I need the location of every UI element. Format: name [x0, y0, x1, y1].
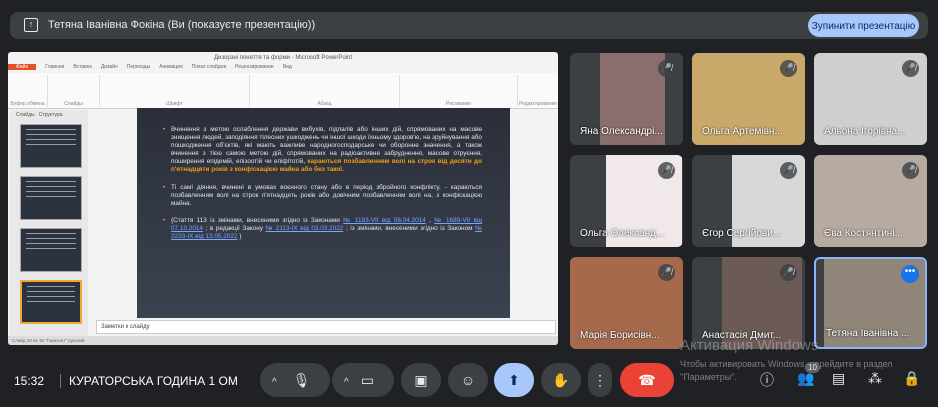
mic-off-icon: 🎤̸ [902, 162, 919, 179]
group-font: Шрифт [100, 75, 250, 107]
leave-call-button[interactable]: ☎ [620, 363, 674, 397]
raise-hand-button[interactable]: ✋ [541, 363, 581, 397]
participant-name: Ольга Олександ... [580, 228, 665, 239]
tab-home[interactable]: Главная [45, 64, 64, 70]
slide-canvas: Вчинення з метою ослаблення держави вибу… [137, 108, 510, 318]
group-clipboard: Буфер обмена [8, 75, 48, 107]
activities-button[interactable]: ⁂ [868, 370, 882, 387]
chat-button[interactable]: ▤ [832, 370, 845, 387]
people-button[interactable]: 👥 10 [797, 362, 820, 387]
slide-thumbnail[interactable] [20, 124, 82, 168]
participant-tile[interactable]: 🎤̸ Ольга Артемівн... [692, 53, 805, 145]
tab-animation[interactable]: Анимация [159, 64, 182, 70]
group-slides: Слайды [48, 75, 100, 107]
reactions-button[interactable]: ☺ [448, 363, 488, 397]
law-link[interactable]: № 1183-VII від 08.04.2014 [343, 217, 426, 224]
mic-off-icon: 🎤̸ [780, 60, 797, 77]
tab-file[interactable]: Файл [8, 64, 37, 70]
participant-tile[interactable]: ••• Тетяна Іванівна ... [814, 257, 927, 349]
tab-insert[interactable]: Вставка [73, 64, 92, 70]
more-options-icon[interactable]: ••• [901, 265, 919, 283]
participant-name: Ольга Артемівн... [702, 126, 783, 137]
participant-tile[interactable]: 🎤̸ Марія Борисівн... [570, 257, 683, 349]
microphone-icon: 🎙 [292, 372, 311, 388]
camera-options-button[interactable]: ^ ▭ [332, 363, 394, 397]
hang-up-icon: ☎ [638, 372, 656, 388]
presenting-banner: ↑ Тетяна Іванівна Фокіна (Ви (показуєте … [10, 12, 928, 39]
hand-icon: ✋ [552, 372, 570, 388]
slide-bullet: Вчинення з метою ослаблення держави вибу… [163, 126, 482, 175]
window-title: Дизорзні поняття та форми - Microsoft Po… [213, 55, 353, 61]
tab-review[interactable]: Рецензирование [235, 64, 274, 70]
participant-tile[interactable]: 🎤̸ Єва Костянтині... [814, 155, 927, 247]
captions-button[interactable]: ▣ [401, 363, 441, 397]
participant-name: Марія Борисівн... [580, 330, 660, 341]
windows-activation-title: Активация Windows [680, 337, 819, 354]
mic-off-icon: 🎤̸ [658, 60, 675, 77]
participant-tile[interactable]: 🎤̸ Анастасія Дмит... [692, 257, 805, 349]
mic-off-icon: 🎤̸ [902, 60, 919, 77]
chat-icon: ▤ [832, 370, 846, 386]
control-bar: 15:32 КУРАТОРСЬКА ГОДИНА 1 ОМ ^ 🎙 ^ ▭ ▣ ☺ … [0, 359, 938, 400]
meeting-info-button[interactable]: ⓘ [760, 370, 774, 390]
status-bar: Слайд 10 из 15 "Горизонт" русский [8, 336, 558, 345]
slide-thumbnail[interactable] [20, 176, 82, 220]
chevron-up-icon: ^ [344, 377, 349, 388]
participant-name: Єгор Сергійови... [702, 228, 782, 239]
tab-view[interactable]: Вид [283, 64, 292, 70]
captions-icon: ▣ [414, 372, 428, 388]
present-icon: ↑ [24, 18, 38, 32]
participant-name: Яна Олександрі... [580, 126, 663, 137]
people-count-badge: 10 [805, 362, 820, 373]
tab-transitions[interactable]: Переходы [127, 64, 150, 70]
activities-icon: ⁂ [868, 370, 882, 386]
more-vert-icon: ⋮ [593, 372, 607, 388]
pane-tab-slides[interactable]: Слайды [16, 112, 35, 118]
participant-tile[interactable]: 🎤̸ Єгор Сергійови... [692, 155, 805, 247]
participant-tile[interactable]: 🎤̸ Ольга Олександ... [570, 155, 683, 247]
law-link[interactable]: № 2113-IX від 03.03.2022 [266, 225, 344, 232]
pane-tab-outline[interactable]: Структура [39, 112, 63, 118]
mic-off-icon: 🎤̸ [780, 162, 797, 179]
host-controls-button[interactable]: 🔒 [903, 370, 920, 387]
notes-field[interactable]: Заметки к слайду [96, 320, 556, 334]
ribbon-tabs: Файл Главная Вставка Дизайн Переходы Анимация… [8, 64, 558, 73]
more-options-button[interactable]: ⋮ [588, 363, 612, 397]
slides-pane: Слайды Структура [10, 110, 88, 340]
stop-presenting-button[interactable]: Зупинити презентацію [808, 14, 919, 37]
participant-name: Тетяна Іванівна ... [826, 328, 910, 339]
camera-icon: ▭ [360, 372, 374, 388]
tab-slideshow[interactable]: Показ слайдов [192, 64, 226, 70]
lock-icon: 🔒 [903, 370, 921, 386]
present-icon: ⬆ [508, 372, 520, 388]
chevron-up-icon: ^ [272, 377, 277, 388]
tab-design[interactable]: Дизайн [101, 64, 118, 70]
mic-off-icon: 🎤̸ [780, 264, 797, 281]
ribbon: Буфер обмена Слайды Шрифт Абзац Рисовани… [8, 73, 558, 109]
group-editing: Редактирование [518, 101, 558, 107]
participant-name: Єва Костянтині... [824, 228, 903, 239]
slide-thumbnail[interactable] [20, 228, 82, 272]
shared-screen-powerpoint: Дизорзні поняття та форми - Microsoft Po… [8, 52, 558, 345]
slide-bullet: {Стаття 113 із змінами, внесеними згідно… [163, 217, 482, 241]
participant-name: Альона Ігорівна... [824, 126, 906, 137]
info-icon: ⓘ [760, 372, 774, 388]
clock: 15:32 [14, 374, 45, 388]
participant-tile[interactable]: 🎤̸ Яна Олександрі... [570, 53, 683, 145]
mic-off-icon: 🎤̸ [658, 264, 675, 281]
slide-bullet: Ті самі діяння, вчинені в умовах воєнног… [163, 184, 482, 208]
meeting-title: КУРАТОРСЬКА ГОДИНА 1 ОМ [60, 374, 238, 388]
participant-tile[interactable]: 🎤̸ Альона Ігорівна... [814, 53, 927, 145]
mic-options-button[interactable]: ^ 🎙 [260, 363, 330, 397]
emoji-icon: ☺ [460, 372, 476, 388]
present-button[interactable]: ⬆ [494, 363, 534, 397]
slide-thumbnail-selected[interactable] [20, 280, 82, 324]
presenting-text: Тетяна Іванівна Фокіна (Ви (показуєте пр… [48, 19, 316, 31]
group-paragraph: Абзац [250, 75, 400, 107]
mic-off-icon: 🎤̸ [658, 162, 675, 179]
group-drawing: Рисование [400, 75, 518, 107]
